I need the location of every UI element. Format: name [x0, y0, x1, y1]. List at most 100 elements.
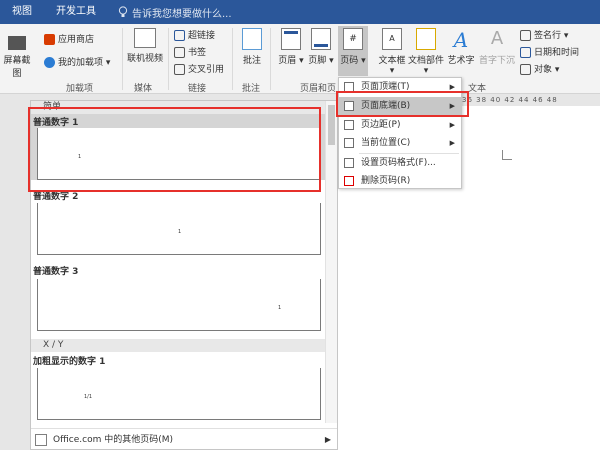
- highlight-box-menu-item: [336, 91, 469, 117]
- chevron-right-icon: ▶: [324, 434, 331, 444]
- divider: [232, 28, 233, 90]
- textbox-icon: A: [382, 28, 402, 50]
- bookmark-label: 书签: [188, 48, 207, 58]
- online-video-button[interactable]: 联机视频: [126, 28, 164, 64]
- app-store-label: 应用商店: [58, 35, 95, 45]
- object-button[interactable]: 对象 ▾: [520, 62, 559, 75]
- menu-item-remove-page-numbers[interactable]: 删除页码(R): [339, 172, 461, 190]
- cross-ref-button[interactable]: 交叉引用: [174, 62, 224, 75]
- header-footer-group-label: 页眉和页: [300, 84, 337, 94]
- signature-label: 签名行: [534, 31, 562, 41]
- calendar-icon: [520, 47, 531, 58]
- page-margin-icon: [344, 120, 354, 130]
- page-preview: 1: [37, 203, 321, 255]
- screenshot-button[interactable]: 屏幕截图: [0, 28, 34, 79]
- scrollbar-thumb[interactable]: [328, 105, 335, 145]
- film-icon: [134, 28, 156, 48]
- hyperlink-label: 超链接: [188, 31, 216, 41]
- store-icon: [44, 34, 55, 45]
- divider: [122, 28, 123, 90]
- header-button[interactable]: 页眉 ▾: [276, 28, 306, 66]
- addins-icon: [44, 57, 55, 68]
- page-preview: 1/1: [37, 368, 321, 420]
- object-icon: [520, 64, 531, 75]
- tab-developer[interactable]: 开发工具: [44, 0, 108, 24]
- doc-parts-label: 文档部件: [408, 56, 445, 66]
- menu-item-format-page-numbers[interactable]: 设置页码格式(F)...: [339, 154, 461, 172]
- hyperlink-button[interactable]: 超链接: [174, 28, 215, 41]
- screenshot-label: 屏幕截图: [3, 56, 31, 79]
- camera-icon: [8, 36, 26, 50]
- ribbon: 屏幕截图 应用商店 我的加载项 ▾ 加载项 联机视频 媒体 超链接 书签 交叉引…: [0, 24, 600, 94]
- wordart-button[interactable]: A 艺术字: [446, 28, 476, 66]
- tab-view[interactable]: 视图: [0, 0, 44, 24]
- highlight-box-gallery-item: [28, 107, 321, 192]
- bookmark-icon: [174, 47, 185, 58]
- datetime-button[interactable]: 日期和时间: [520, 45, 579, 58]
- ruler: 36 38 40 42 44 46 48: [462, 96, 558, 104]
- dropcap-button[interactable]: A 首字下沉: [478, 28, 516, 66]
- comments-group-label: 批注: [242, 84, 261, 94]
- preview-page-number: 1/1: [84, 394, 93, 400]
- dropcap-icon: A: [490, 28, 504, 49]
- wordart-icon: A: [453, 28, 469, 52]
- menu-item-current-position[interactable]: 当前位置(C) ▶: [339, 134, 461, 152]
- page-number-button[interactable]: # 页码 ▾: [338, 26, 368, 76]
- gallery-scrollbar[interactable]: [325, 101, 337, 423]
- online-video-label: 联机视频: [126, 54, 163, 64]
- datetime-label: 日期和时间: [534, 48, 580, 58]
- wordart-label: 艺术字: [447, 56, 475, 66]
- object-label: 对象: [534, 65, 553, 75]
- tell-me-box[interactable]: 告诉我您想要做什么...: [118, 5, 232, 20]
- my-addins-button[interactable]: 我的加载项 ▾: [44, 55, 110, 68]
- text-group-label: 文本: [468, 84, 487, 94]
- comment-icon: [242, 28, 262, 50]
- item-title: 加粗显示的数字 1: [33, 357, 106, 367]
- footer-icon: [311, 28, 331, 50]
- remove-icon: [344, 176, 354, 186]
- format-icon: [344, 158, 354, 168]
- cross-ref-label: 交叉引用: [188, 65, 225, 75]
- section-header-xy: X / Y: [31, 339, 325, 352]
- app-store-button[interactable]: 应用商店: [44, 32, 94, 45]
- addins-group-label: 加载项: [66, 84, 94, 94]
- media-group-label: 媒体: [134, 84, 153, 94]
- comment-button[interactable]: 批注: [237, 28, 267, 66]
- page-number-icon: #: [343, 28, 363, 50]
- tell-me-label: 告诉我您想要做什么...: [132, 8, 232, 20]
- footer-button[interactable]: 页脚 ▾: [306, 28, 336, 66]
- header-label: 页眉: [278, 56, 297, 66]
- signature-icon: [520, 30, 531, 41]
- menu-item-label: 删除页码(R): [361, 176, 411, 186]
- my-addins-label: 我的加载项: [58, 58, 104, 68]
- dropcap-label: 首字下沉: [478, 56, 515, 66]
- textbox-button[interactable]: A 文本框 ▾: [375, 28, 409, 76]
- link-icon: [174, 30, 185, 41]
- current-position-icon: [344, 138, 354, 148]
- divider: [270, 28, 271, 90]
- menu-item-label: 当前位置(C): [361, 138, 411, 148]
- more-page-numbers-office[interactable]: Office.com 中的其他页码(M) ▶: [31, 428, 337, 449]
- comment-label: 批注: [242, 56, 261, 66]
- chevron-right-icon: ▶: [449, 121, 455, 129]
- more-link-label: Office.com 中的其他页码(M): [53, 434, 174, 445]
- doc-parts-icon: [416, 28, 436, 50]
- office-page-icon: [35, 433, 47, 446]
- chevron-right-icon: ▶: [449, 139, 455, 147]
- cross-ref-icon: [174, 64, 185, 75]
- ribbon-tab-bar: 视图 开发工具 告诉我您想要做什么...: [0, 0, 600, 24]
- divider: [168, 28, 169, 90]
- header-icon: [281, 28, 301, 50]
- signature-button[interactable]: 签名行 ▾: [520, 28, 568, 41]
- menu-item-label: 设置页码格式(F)...: [361, 158, 436, 168]
- doc-parts-button[interactable]: 文档部件 ▾: [408, 28, 444, 76]
- item-title: 普通数字 3: [33, 267, 79, 277]
- links-group-label: 链接: [188, 84, 207, 94]
- textbox-label: 文本框: [378, 56, 406, 66]
- crop-mark: [502, 150, 512, 160]
- lightbulb-icon: [118, 6, 128, 17]
- preview-page-number: 1: [278, 305, 282, 311]
- menu-item-page-margin[interactable]: 页边距(P) ▶: [339, 116, 461, 134]
- bookmark-button[interactable]: 书签: [174, 45, 206, 58]
- page-preview: 1: [37, 279, 321, 331]
